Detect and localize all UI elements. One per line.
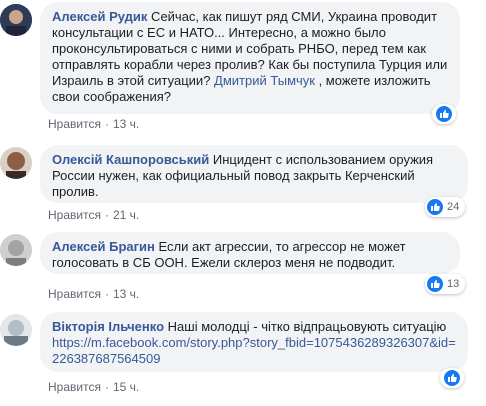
comment-text: Наші молодці - чітко відпрацьовують ситу… (164, 319, 447, 334)
comment-meta: Нравится · 13 ч. (48, 287, 139, 301)
comment-author[interactable]: Алексей Рудик (52, 9, 147, 24)
separator-dot: · (104, 208, 109, 222)
mention-link[interactable]: Дмитрий Тымчук (214, 73, 315, 88)
like-reaction-icon (444, 370, 460, 386)
separator-dot: · (104, 287, 109, 301)
like-button[interactable]: Нравится (48, 208, 101, 222)
comment-meta: Нравится · 21 ч. (48, 208, 139, 222)
comment-bubble: Вікторія Ільченко Наші молодці - чітко в… (40, 312, 468, 372)
story-link[interactable]: https://m.facebook.com/story.php?story_f… (52, 335, 456, 366)
comment-time[interactable]: 15 ч. (113, 380, 139, 394)
reactions-badge[interactable] (432, 104, 456, 124)
avatar[interactable] (0, 4, 32, 36)
reactions-badge[interactable]: 13 (425, 274, 465, 294)
avatar-image (0, 314, 32, 346)
like-reaction-icon (436, 106, 452, 122)
like-button[interactable]: Нравится (48, 380, 101, 394)
comment-time[interactable]: 13 ч. (113, 287, 139, 301)
reactions-badge[interactable] (440, 368, 464, 388)
comment-meta: Нравится · 15 ч. (48, 380, 139, 394)
comment-author[interactable]: Олексій Кашпоровський (52, 152, 209, 167)
like-button[interactable]: Нравится (48, 287, 101, 301)
separator-dot: · (104, 380, 109, 394)
comment-author[interactable]: Вікторія Ільченко (52, 319, 164, 334)
comment-time[interactable]: 21 ч. (113, 208, 139, 222)
avatar[interactable] (0, 147, 32, 179)
comment-author[interactable]: Алексей Брагин (52, 239, 155, 254)
reactions-badge[interactable]: 24 (425, 197, 465, 217)
separator-dot: · (104, 117, 109, 131)
avatar[interactable] (0, 314, 32, 346)
comment-bubble: Алексей Рудик Сейчас, как пишут ряд СМИ,… (40, 2, 460, 114)
reaction-count: 24 (447, 201, 460, 213)
avatar[interactable] (0, 234, 32, 266)
comment-time[interactable]: 13 ч. (113, 117, 139, 131)
like-button[interactable]: Нравится (48, 117, 101, 131)
comment-bubble: Алексей Брагин Если акт агрессии, то агр… (40, 232, 460, 274)
avatar-image (0, 234, 32, 266)
like-reaction-icon (427, 276, 443, 292)
avatar-image (0, 147, 32, 179)
reaction-count: 13 (447, 278, 460, 290)
comment-meta: Нравится · 13 ч. (48, 117, 139, 131)
avatar-image (0, 4, 32, 36)
comment-bubble: Олексій Кашпоровський Инцидент с использ… (40, 145, 468, 203)
like-reaction-icon (427, 199, 443, 215)
